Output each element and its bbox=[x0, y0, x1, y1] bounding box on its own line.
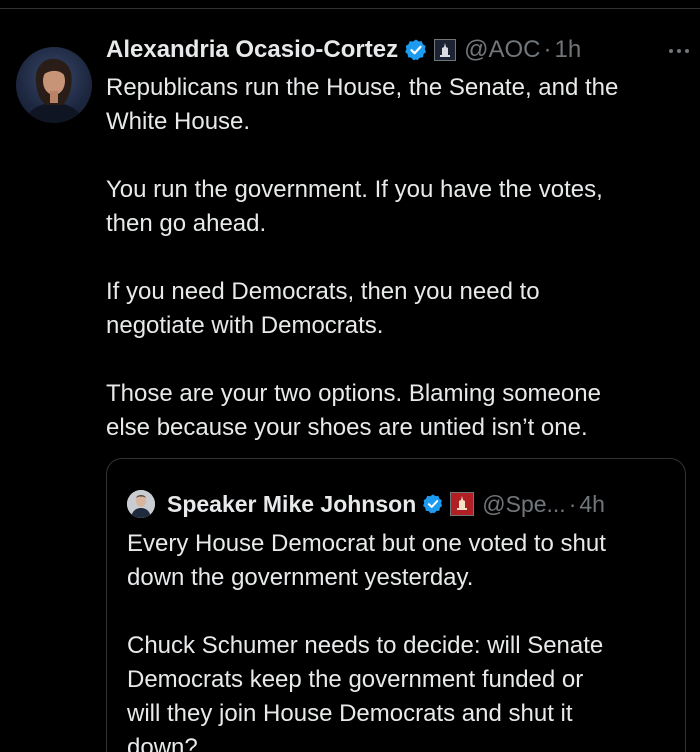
tweet-timestamp[interactable]: 1h bbox=[554, 36, 581, 64]
verified-badge-icon bbox=[423, 494, 443, 514]
quoted-author-display-name[interactable]: Speaker Mike Johnson bbox=[167, 491, 416, 518]
capitol-affiliation-icon bbox=[434, 39, 457, 61]
quoted-tweet-header: Speaker Mike Johnson @Spe... · 4h bbox=[127, 489, 605, 519]
tweet-header: Alexandria Ocasio-Cortez @AOC · 1h bbox=[106, 33, 686, 67]
quoted-tweet-text: Every House Democrat but one voted to sh… bbox=[127, 530, 606, 752]
quoted-tweet[interactable]: Speaker Mike Johnson @Spe... · 4h Every … bbox=[106, 458, 686, 752]
author-avatar[interactable] bbox=[16, 47, 92, 123]
speaker-affiliation-icon bbox=[450, 492, 475, 516]
verified-badge-icon bbox=[405, 39, 427, 61]
quoted-author-handle[interactable]: @Spe... bbox=[482, 491, 565, 518]
separator-dot: · bbox=[543, 36, 552, 63]
quoted-tweet-timestamp[interactable]: 4h bbox=[579, 491, 605, 518]
more-options-icon[interactable] bbox=[662, 41, 696, 61]
tweet[interactable]: Alexandria Ocasio-Cortez @AOC · 1h Repub… bbox=[0, 9, 700, 752]
author-display-name[interactable]: Alexandria Ocasio-Cortez bbox=[106, 36, 398, 64]
timeline-divider bbox=[0, 0, 700, 9]
quoted-author-avatar[interactable] bbox=[127, 490, 155, 518]
author-handle[interactable]: @AOC bbox=[464, 36, 540, 64]
tweet-text: Republicans run the House, the Senate, a… bbox=[106, 74, 619, 441]
separator-dot: · bbox=[568, 490, 577, 517]
